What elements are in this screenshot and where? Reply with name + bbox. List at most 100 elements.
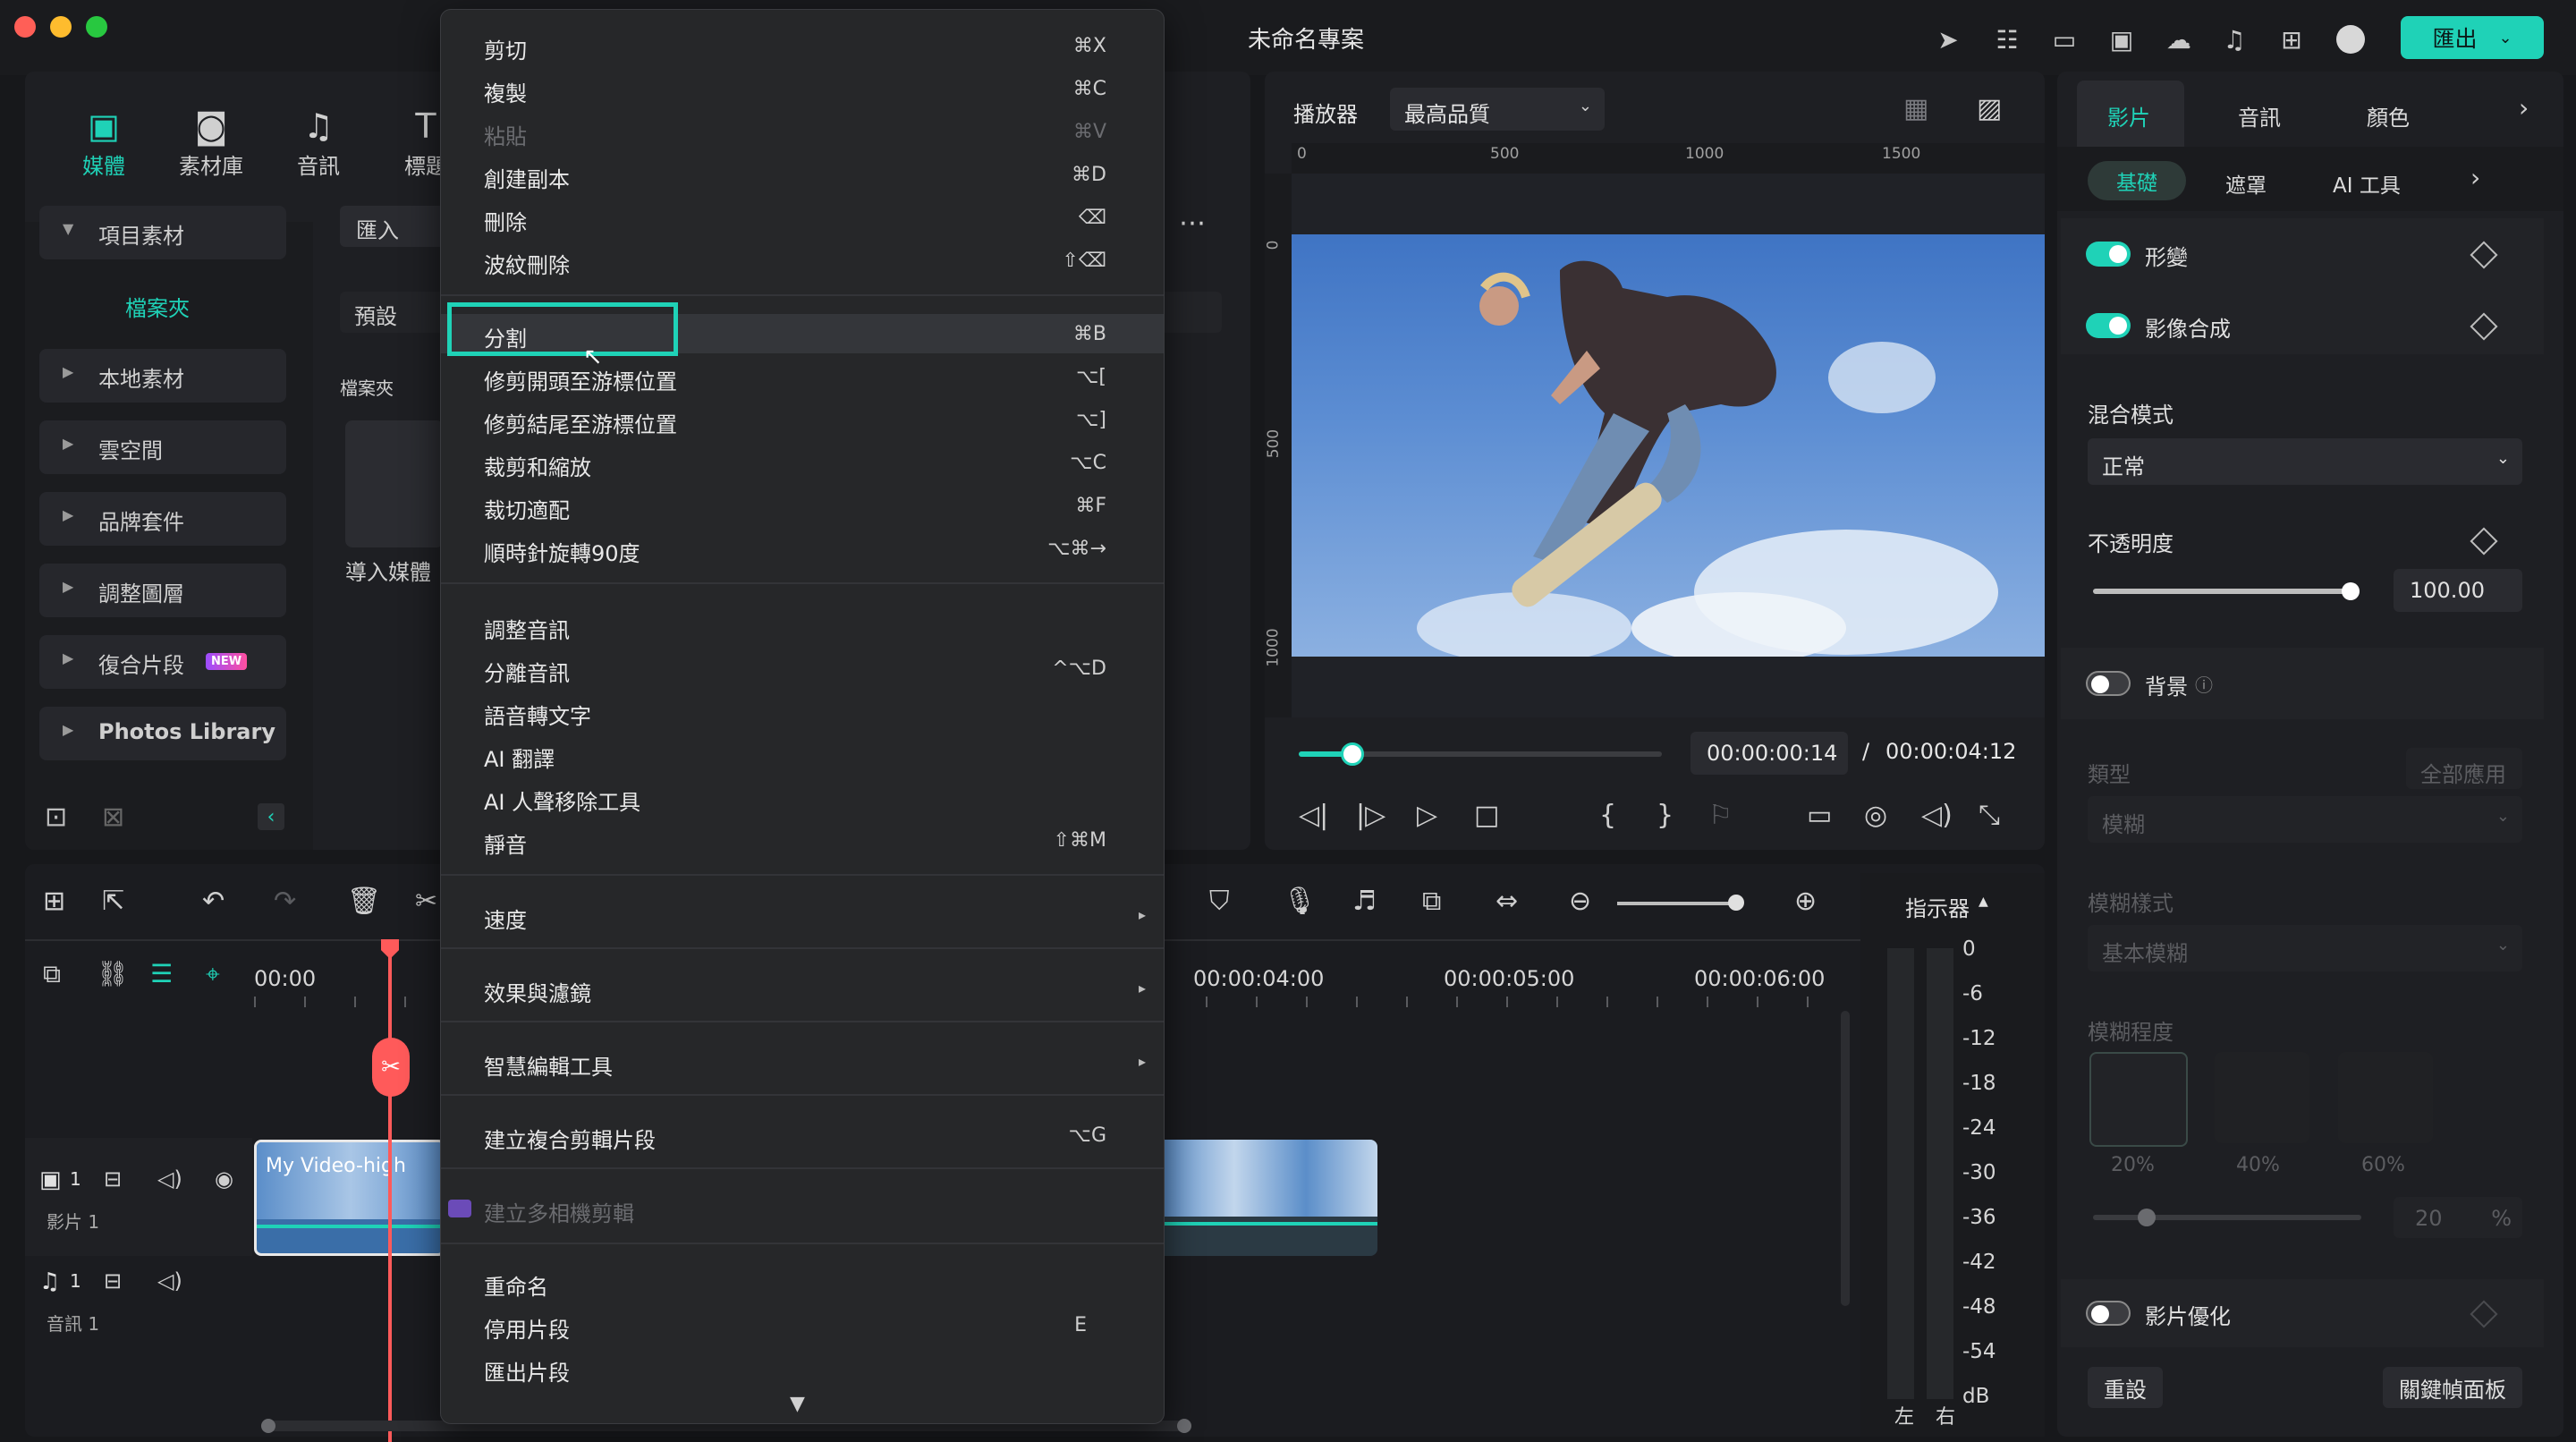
background-toggle[interactable] bbox=[2086, 671, 2131, 696]
menu-item-trim-start[interactable]: 修剪開頭至游標位置 ⌥[ bbox=[441, 357, 1164, 396]
playhead-line[interactable] bbox=[388, 941, 392, 1442]
menu-item-effects[interactable]: 效果與濾鏡 ▸ bbox=[441, 969, 1164, 1008]
menu-item-crop-fit[interactable]: 裁切適配 ⌘F bbox=[441, 486, 1164, 525]
blur-value-input[interactable]: 20 % bbox=[2394, 1197, 2522, 1238]
close-window-button[interactable] bbox=[14, 16, 36, 38]
tab-audio[interactable]: ♫ 音訊 bbox=[274, 106, 363, 180]
zoom-out-icon[interactable]: ⊖ bbox=[1569, 886, 1591, 917]
headset-icon[interactable]: ♫ bbox=[2218, 23, 2250, 55]
import-dropdown[interactable]: 匯入 bbox=[340, 206, 447, 247]
blur-preset-40[interactable] bbox=[2215, 1052, 2309, 1143]
playback-progress-track[interactable] bbox=[1299, 742, 1662, 766]
subtab-ai-tools[interactable]: AI 工具 bbox=[2333, 168, 2401, 199]
blur-preset-60[interactable] bbox=[2338, 1052, 2433, 1143]
display-icon[interactable]: ▭ bbox=[1807, 800, 1832, 831]
link-icon[interactable]: ⛓ bbox=[97, 959, 129, 988]
add-track-icon[interactable]: ⧉ bbox=[43, 959, 61, 989]
video-clip-left[interactable]: My Video-high bbox=[254, 1140, 445, 1256]
fit-timeline-icon[interactable]: ⇔ bbox=[1496, 886, 1518, 917]
menu-item-duplicate[interactable]: 創建副本 ⌘D bbox=[441, 155, 1164, 194]
menu-item-disable-clip[interactable]: 停用片段 E bbox=[441, 1305, 1164, 1344]
stop-icon[interactable]: □ bbox=[1474, 800, 1499, 831]
tab-audio-inspector[interactable]: 音訊 bbox=[2238, 100, 2281, 131]
scissors-icon[interactable]: ✂ bbox=[415, 886, 437, 917]
menu-item-trim-end[interactable]: 修剪結尾至游標位置 ⌥] bbox=[441, 400, 1164, 439]
fullscreen-icon[interactable]: ⤡ bbox=[1979, 800, 2000, 831]
audio-list-icon[interactable]: ♬ bbox=[1352, 886, 1377, 917]
reset-button[interactable]: 重設 bbox=[2088, 1367, 2163, 1408]
menu-item-crop-zoom[interactable]: 裁剪和縮放 ⌥C bbox=[441, 443, 1164, 482]
scrollbar-handle-right[interactable] bbox=[1177, 1419, 1191, 1433]
menu-item-paste[interactable]: 粘貼 ⌘V bbox=[441, 112, 1164, 151]
sidebar-item-photos[interactable]: ▶ Photos Library bbox=[39, 707, 286, 760]
menu-item-vocal-remover[interactable]: AI 人聲移除工具 bbox=[441, 777, 1164, 817]
menu-item-export-clip[interactable]: 匯出片段 bbox=[441, 1348, 1164, 1387]
new-folder-icon[interactable]: ⊡ bbox=[45, 802, 67, 833]
volume-icon[interactable]: ◁) bbox=[157, 1268, 182, 1294]
chevron-right-icon[interactable]: › bbox=[2519, 93, 2529, 123]
zoom-slider[interactable] bbox=[1617, 895, 1744, 911]
vertical-scrollbar[interactable] bbox=[1841, 1011, 1850, 1306]
cloud-icon[interactable]: ☁ bbox=[2163, 23, 2195, 55]
tab-media[interactable]: ▣ 媒體 bbox=[59, 106, 148, 180]
volume-icon[interactable]: ◁) bbox=[157, 1166, 182, 1192]
sidebar-item-local[interactable]: ▶ 本地素材 bbox=[39, 349, 286, 403]
blur-preset-20[interactable] bbox=[2089, 1052, 2188, 1147]
sidebar-item-project-media[interactable]: ▼ 項目素材 bbox=[39, 206, 286, 259]
menu-item-speed[interactable]: 速度 ▸ bbox=[441, 895, 1164, 935]
tab-color[interactable]: 顏色 bbox=[2367, 100, 2410, 131]
menu-item-detach-audio[interactable]: 分離音訊 ^⌥D bbox=[441, 649, 1164, 688]
caret-up-icon[interactable]: ▲ bbox=[1979, 895, 1988, 909]
menu-scroll-down-icon[interactable]: ▼ bbox=[790, 1393, 805, 1415]
sidebar-item-brand[interactable]: ▶ 品牌套件 bbox=[39, 492, 286, 546]
keyframe-panel-button[interactable]: 關鍵幀面板 bbox=[2383, 1367, 2522, 1408]
snapshot-icon[interactable]: ◎ bbox=[1864, 800, 1887, 831]
redo-icon[interactable]: ↷ bbox=[274, 886, 296, 917]
apply-all-button[interactable]: 全部應用 bbox=[2406, 748, 2522, 789]
snap-icon[interactable]: ⌖ bbox=[206, 959, 220, 989]
scrollbar-handle-left[interactable] bbox=[261, 1419, 275, 1433]
blur-slider-knob[interactable] bbox=[2138, 1209, 2156, 1226]
subtab-basic[interactable]: 基礎 bbox=[2088, 161, 2186, 200]
opacity-input[interactable]: 100.00 bbox=[2394, 569, 2522, 612]
layout-grid-icon[interactable]: ⊞ bbox=[43, 886, 65, 917]
menu-item-compound-clip[interactable]: 建立複合剪輯片段 ⌥G bbox=[441, 1115, 1164, 1155]
grid-icon[interactable]: ⊞ bbox=[2275, 23, 2308, 55]
eye-icon[interactable]: ◉ bbox=[215, 1166, 233, 1192]
export-button[interactable]: 匯出 ⌄ bbox=[2401, 16, 2544, 59]
playback-scrubber[interactable] bbox=[1340, 742, 1364, 766]
sidebar-item-folder[interactable]: 檔案夾 bbox=[125, 291, 190, 322]
next-frame-icon[interactable]: |▷ bbox=[1356, 800, 1385, 831]
layout-icon[interactable]: ▭ bbox=[2048, 23, 2080, 55]
menu-item-cut[interactable]: 剪切 ⌘X bbox=[441, 26, 1164, 65]
trash-icon[interactable]: 🗑 bbox=[347, 886, 381, 917]
menu-item-adjust-audio[interactable]: 調整音訊 bbox=[441, 606, 1164, 645]
menu-item-copy[interactable]: 複製 ⌘C bbox=[441, 69, 1164, 108]
preset-dropdown[interactable]: 預設 bbox=[340, 292, 447, 333]
track-layout-icon[interactable]: ☰ bbox=[150, 959, 173, 988]
chevron-right-icon[interactable]: › bbox=[2470, 163, 2480, 192]
split-scissors-icon[interactable]: ✂ bbox=[372, 1038, 410, 1097]
task-list-icon[interactable]: ☷ bbox=[1991, 23, 2023, 55]
blur-style-dropdown[interactable]: 基本模糊 ⌄ bbox=[2088, 925, 2522, 971]
lock-icon[interactable]: ⊟ bbox=[104, 1166, 122, 1192]
select-tool-icon[interactable]: ⇱ bbox=[102, 886, 124, 917]
sidebar-item-compound[interactable]: ▶ 復合片段 NEW bbox=[39, 635, 286, 689]
menu-item-rename[interactable]: 重命名 bbox=[441, 1262, 1164, 1302]
transform-toggle[interactable] bbox=[2086, 242, 2131, 267]
compositing-toggle[interactable] bbox=[2086, 313, 2131, 338]
grid-view-icon[interactable]: ▦ bbox=[1903, 93, 1928, 124]
microphone-icon[interactable]: 🎙 bbox=[1283, 886, 1317, 917]
blend-mode-dropdown[interactable]: 正常 ⌄ bbox=[2088, 438, 2522, 485]
play-icon[interactable]: ▷ bbox=[1417, 800, 1437, 831]
video-clip-right[interactable] bbox=[1163, 1140, 1377, 1256]
help-icon[interactable]: ⓘ bbox=[2195, 671, 2213, 697]
avatar[interactable] bbox=[2336, 25, 2365, 54]
delete-folder-icon[interactable]: ⊠ bbox=[102, 802, 124, 833]
quality-dropdown[interactable]: 最高品質 ⌄ bbox=[1390, 88, 1605, 131]
undo-icon[interactable]: ↶ bbox=[202, 886, 225, 917]
menu-item-rotate[interactable]: 順時針旋轉90度 ⌥⌘→ bbox=[441, 529, 1164, 568]
zoom-in-icon[interactable]: ⊕ bbox=[1794, 886, 1817, 917]
opacity-slider-knob[interactable] bbox=[2342, 582, 2360, 600]
minimize-window-button[interactable] bbox=[50, 16, 72, 38]
